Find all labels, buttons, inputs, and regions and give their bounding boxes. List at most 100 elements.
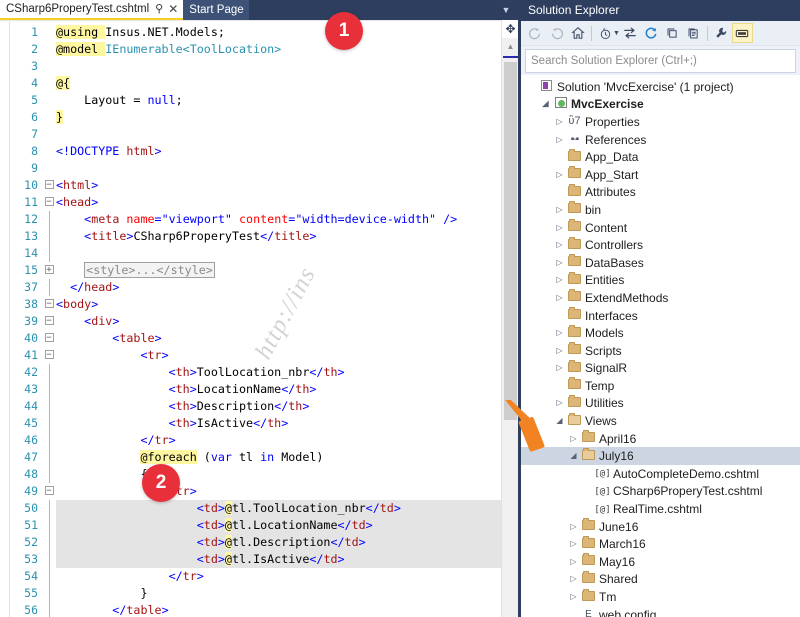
sync-with-active-document-icon[interactable] bbox=[620, 23, 641, 43]
solution-tree[interactable]: Solution 'MvcExercise' (1 project) ◢ MvcEx… bbox=[521, 75, 800, 617]
tree-item-app-data[interactable]: App_Data bbox=[521, 148, 800, 166]
outline-marker[interactable]: − bbox=[42, 194, 56, 211]
back-arrow-icon[interactable] bbox=[525, 23, 546, 43]
chevron-down-icon[interactable]: ▼ bbox=[497, 0, 515, 20]
chevron-right-icon[interactable]: ▷ bbox=[553, 241, 566, 249]
tree-item-shared[interactable]: ▷ Shared bbox=[521, 571, 800, 589]
split-view-icon[interactable]: ✥ bbox=[502, 20, 518, 39]
tree-item-july16[interactable]: ◢ July16 bbox=[521, 447, 800, 465]
code-line[interactable]: <html> bbox=[56, 177, 518, 194]
code-line[interactable] bbox=[56, 160, 518, 177]
code-line[interactable]: <!DOCTYPE html> bbox=[56, 143, 518, 160]
collapse-all-icon[interactable] bbox=[662, 23, 683, 43]
code-line[interactable]: <td>@tl.LocationName</td> bbox=[56, 517, 518, 534]
tree-item-may16[interactable]: ▷ May16 bbox=[521, 553, 800, 571]
tree-item-temp[interactable]: Temp bbox=[521, 377, 800, 395]
scrollbar-thumb[interactable] bbox=[504, 62, 517, 420]
code-line[interactable]: <meta name="viewport" content="width=dev… bbox=[56, 211, 518, 228]
tree-item-databases[interactable]: ▷ DataBases bbox=[521, 254, 800, 272]
outline-marker[interactable]: − bbox=[42, 483, 56, 500]
chevron-right-icon[interactable]: ▷ bbox=[567, 435, 580, 443]
show-all-files-icon[interactable] bbox=[683, 23, 704, 43]
code-outlining-margin[interactable]: − − + − − − − − bbox=[42, 21, 56, 617]
code-line[interactable]: </table> bbox=[56, 602, 518, 617]
tree-item-content[interactable]: ▷ Content bbox=[521, 219, 800, 237]
tree-item-april16[interactable]: ▷ April16 bbox=[521, 430, 800, 448]
chevron-right-icon[interactable]: ▷ bbox=[567, 540, 580, 548]
tree-item-realtime-cshtml[interactable]: [@] RealTime.cshtml bbox=[521, 500, 800, 518]
code-line[interactable]: <tr> bbox=[56, 347, 518, 364]
tree-item-controllers[interactable]: ▷ Controllers bbox=[521, 236, 800, 254]
code-line[interactable]: <td>@tl.Description</td> bbox=[56, 534, 518, 551]
outline-marker[interactable]: − bbox=[42, 296, 56, 313]
editor-tab-active[interactable]: CSharp6ProperyTest.cshtml ⚲ ✕ bbox=[0, 0, 183, 20]
code-text-area[interactable]: @using Insus.NET.Models; @model IEnumerab… bbox=[56, 21, 518, 617]
chevron-down-icon[interactable]: ◢ bbox=[539, 100, 552, 108]
code-line[interactable]: <title>CSharp6ProperyTest</title> bbox=[56, 228, 518, 245]
tree-item-extendmethods[interactable]: ▷ ExtendMethods bbox=[521, 289, 800, 307]
tree-item-references[interactable]: ▷ ▪‐▪ References bbox=[521, 131, 800, 149]
code-line[interactable]: <table> bbox=[56, 330, 518, 347]
search-input[interactable]: Search Solution Explorer (Ctrl+;) bbox=[525, 49, 796, 73]
preview-selected-items-icon[interactable] bbox=[732, 23, 753, 43]
code-line[interactable]: </tr> bbox=[56, 432, 518, 449]
code-line[interactable]: @model IEnumerable<ToolLocation> bbox=[56, 41, 518, 58]
tree-item-signalr[interactable]: ▷ SignalR bbox=[521, 360, 800, 378]
code-line[interactable]: <th>IsActive</th> bbox=[56, 415, 518, 432]
code-line[interactable]: } bbox=[56, 109, 518, 126]
outline-marker[interactable]: − bbox=[42, 177, 56, 194]
tree-item-web-config[interactable]: ὜E web.config bbox=[521, 606, 800, 617]
code-line[interactable]: @using Insus.NET.Models; bbox=[56, 24, 518, 41]
chevron-down-icon[interactable]: ◢ bbox=[567, 452, 580, 460]
tree-item-bin[interactable]: ▷ bin bbox=[521, 201, 800, 219]
chevron-right-icon[interactable]: ▷ bbox=[553, 294, 566, 302]
code-line[interactable]: <head> bbox=[56, 194, 518, 211]
close-icon[interactable]: ✕ bbox=[168, 0, 178, 19]
tree-item-models[interactable]: ▷ Models bbox=[521, 324, 800, 342]
scroll-up-arrow-icon[interactable]: ▲ bbox=[502, 38, 518, 54]
outline-marker[interactable]: − bbox=[42, 347, 56, 364]
chevron-right-icon[interactable]: ▷ bbox=[553, 206, 566, 214]
chevron-right-icon[interactable]: ▷ bbox=[553, 259, 566, 267]
tree-item-views[interactable]: ◢ Views bbox=[521, 412, 800, 430]
code-line[interactable]: <tr> bbox=[56, 483, 518, 500]
chevron-right-icon[interactable]: ▷ bbox=[553, 347, 566, 355]
tree-item-attributes[interactable]: Attributes bbox=[521, 184, 800, 202]
code-line[interactable]: <style>...</style> bbox=[56, 262, 518, 279]
code-line[interactable]: <th>Description</th> bbox=[56, 398, 518, 415]
chevron-right-icon[interactable]: ▷ bbox=[553, 118, 566, 126]
outline-marker[interactable]: − bbox=[42, 313, 56, 330]
chevron-right-icon[interactable]: ▷ bbox=[567, 575, 580, 583]
code-line[interactable]: @{ bbox=[56, 75, 518, 92]
code-line[interactable]: <th>ToolLocation_nbr</th> bbox=[56, 364, 518, 381]
tree-item-entities[interactable]: ▷ Entities bbox=[521, 272, 800, 290]
forward-arrow-icon[interactable] bbox=[546, 23, 567, 43]
properties-wrench-icon[interactable] bbox=[711, 23, 732, 43]
chevron-right-icon[interactable]: ▷ bbox=[567, 593, 580, 601]
home-icon[interactable] bbox=[567, 23, 588, 43]
tree-item-app-start[interactable]: ▷ App_Start bbox=[521, 166, 800, 184]
chevron-right-icon[interactable]: ▷ bbox=[553, 364, 566, 372]
code-line[interactable]: <td>@tl.ToolLocation_nbr</td> bbox=[56, 500, 518, 517]
tree-item-csharp6properytest-cshtml[interactable]: [@] CSharp6ProperyTest.cshtml bbox=[521, 483, 800, 501]
code-line[interactable]: { bbox=[56, 466, 518, 483]
outline-marker[interactable]: + bbox=[42, 262, 56, 279]
tree-item-interfaces[interactable]: Interfaces bbox=[521, 307, 800, 325]
editor-vertical-scrollbar[interactable]: ✥ ▲ bbox=[501, 20, 518, 617]
chevron-right-icon[interactable]: ▷ bbox=[553, 276, 566, 284]
code-line[interactable]: </head> bbox=[56, 279, 518, 296]
code-line[interactable]: @foreach (var tl in Model) bbox=[56, 449, 518, 466]
tree-item-tm[interactable]: ▷ Tm bbox=[521, 588, 800, 606]
tree-item-properties[interactable]: ▷ ὒ7 Properties bbox=[521, 113, 800, 131]
code-line[interactable] bbox=[56, 58, 518, 75]
code-line[interactable]: <div> bbox=[56, 313, 518, 330]
chevron-right-icon[interactable]: ▷ bbox=[553, 224, 566, 232]
tree-item-june16[interactable]: ▷ June16 bbox=[521, 518, 800, 536]
tree-item-march16[interactable]: ▷ March16 bbox=[521, 535, 800, 553]
code-line[interactable]: <th>LocationName</th> bbox=[56, 381, 518, 398]
chevron-right-icon[interactable]: ▷ bbox=[553, 329, 566, 337]
code-line[interactable] bbox=[56, 126, 518, 143]
code-line[interactable] bbox=[56, 245, 518, 262]
editor-tab-start-page[interactable]: Start Page bbox=[183, 0, 248, 20]
refresh-icon[interactable] bbox=[641, 23, 662, 43]
